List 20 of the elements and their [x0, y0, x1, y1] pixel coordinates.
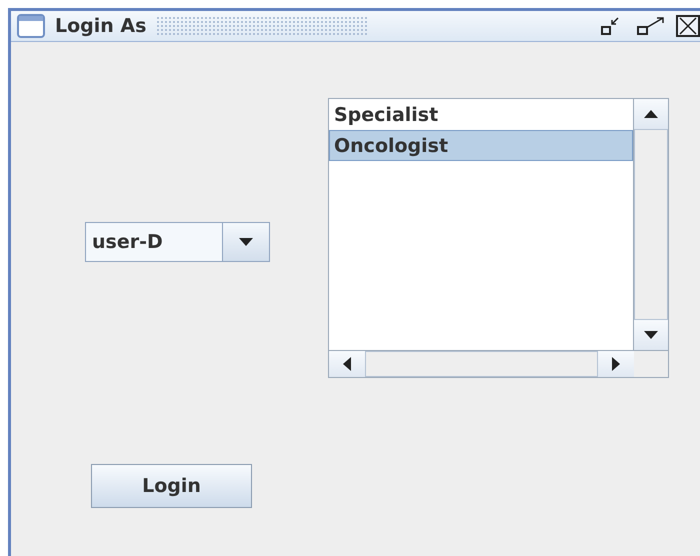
list-item[interactable]: Oncologist: [329, 130, 633, 161]
maximize-icon[interactable]: [636, 15, 666, 37]
vertical-scrollbar[interactable]: [634, 99, 668, 351]
login-button[interactable]: Login: [91, 464, 252, 508]
window-icon: [17, 14, 45, 38]
caret-icon: [239, 238, 253, 246]
down-arrow-icon: [644, 331, 658, 339]
combo-value: user-D: [86, 223, 223, 261]
dropdown-button[interactable]: [223, 223, 269, 261]
right-arrow-icon: [612, 357, 620, 371]
scroll-up-button[interactable]: [634, 99, 668, 129]
scroll-right-button[interactable]: [598, 351, 634, 377]
left-arrow-icon: [343, 357, 351, 371]
up-arrow-icon: [644, 110, 658, 118]
horizontal-scrollbar[interactable]: [329, 351, 634, 377]
window-title: Login As: [55, 15, 146, 37]
close-icon[interactable]: [676, 15, 700, 37]
user-combo-box[interactable]: user-D: [85, 222, 270, 262]
scroll-left-button[interactable]: [329, 351, 365, 377]
scroll-down-button[interactable]: [634, 320, 668, 350]
